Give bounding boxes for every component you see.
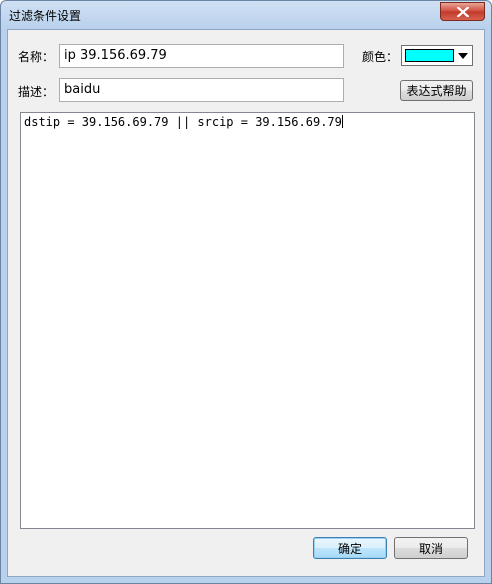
- expression-text: dstip = 39.156.69.79 || srcip = 39.156.6…: [24, 115, 342, 129]
- description-input[interactable]: baidu: [59, 78, 344, 102]
- ok-button[interactable]: 确定: [313, 537, 387, 559]
- expression-textarea[interactable]: dstip = 39.156.69.79 || srcip = 39.156.6…: [20, 112, 475, 529]
- name-input[interactable]: ip 39.156.69.79: [59, 44, 344, 68]
- dialog-window: 过滤条件设置 名称： ip 39.156.69.79 颜色： 描述： baidu…: [0, 0, 492, 584]
- name-label: 名称：: [18, 50, 55, 64]
- dialog-client-area: 名称： ip 39.156.69.79 颜色： 描述： baidu 表达式帮助 …: [7, 29, 485, 577]
- close-button[interactable]: [440, 2, 485, 21]
- title-bar[interactable]: 过滤条件设置: [1, 1, 491, 29]
- close-icon: [456, 6, 469, 17]
- dropdown-arrow-icon: [458, 52, 468, 59]
- expression-help-button[interactable]: 表达式帮助: [400, 80, 473, 101]
- window-title: 过滤条件设置: [9, 9, 82, 23]
- desc-label: 描述：: [18, 85, 55, 99]
- color-picker[interactable]: [401, 45, 473, 66]
- color-swatch: [405, 49, 454, 62]
- cancel-button[interactable]: 取消: [394, 537, 468, 559]
- color-label: 颜色：: [362, 50, 399, 64]
- text-caret: [341, 115, 343, 128]
